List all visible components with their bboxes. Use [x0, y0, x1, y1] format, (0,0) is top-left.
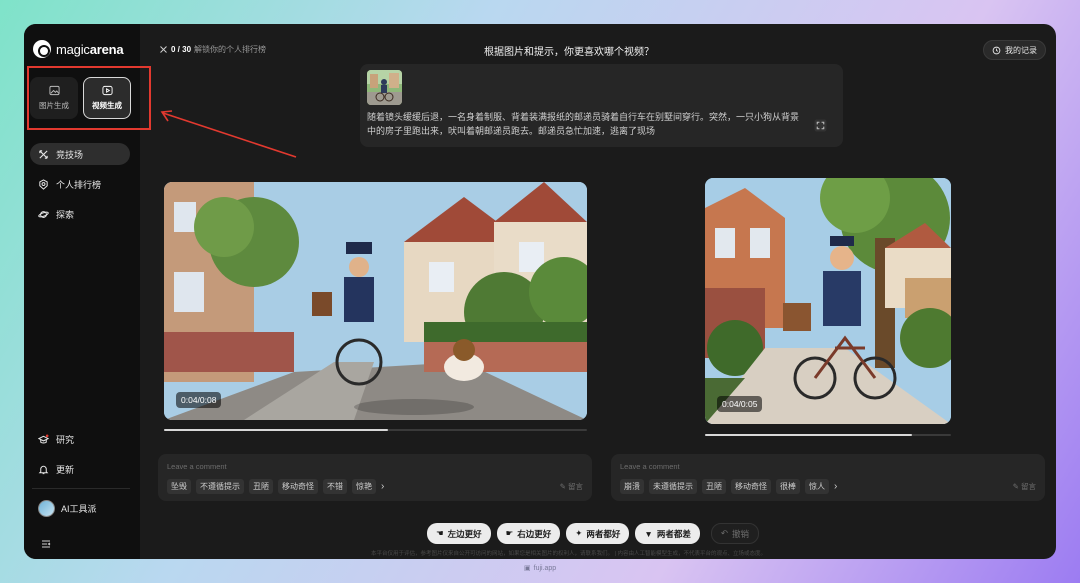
video-left[interactable]: 0:04/0:08	[164, 182, 587, 420]
user-name: AI工具派	[61, 504, 97, 514]
tag-chip[interactable]: 移动奇怪	[278, 479, 318, 494]
tag-list: 崩溃 未遵循提示 丑陋 移动奇怪 很棒 惊人 ›	[620, 479, 837, 494]
watermark: ▣ fuji.app	[524, 564, 557, 573]
comment-placeholder[interactable]: Leave a comment	[620, 462, 680, 471]
both-bad-button[interactable]: ▼ 两者都差	[635, 523, 700, 544]
comment-placeholder[interactable]: Leave a comment	[167, 462, 227, 471]
avatar	[38, 500, 55, 517]
video-left-progress-fill	[164, 429, 389, 431]
sidebar-item-research[interactable]: 研究	[30, 428, 130, 450]
vote-label: 右边更好	[517, 528, 552, 539]
medal-icon	[39, 178, 48, 190]
nav-label: 研究	[56, 434, 75, 445]
video-time: 0:04/0:05	[717, 396, 763, 412]
prompt-text: 随着镜头缓缓后退，一名身着制服、背着装满报纸的邮递员骑着自行车在别墅间穿行。突然…	[367, 112, 800, 136]
left-better-button[interactable]: ☚ 左边更好	[427, 523, 491, 544]
tag-chip[interactable]: 惊人	[805, 479, 829, 494]
undo-icon: ↶	[720, 528, 728, 538]
chevron-right-icon[interactable]: ›	[834, 481, 837, 492]
tag-chip[interactable]: 丑陋	[702, 479, 726, 494]
post-label: 留言	[1021, 482, 1036, 491]
video-right[interactable]: 0:04/0:05	[705, 178, 951, 424]
point-left-icon: ☚	[436, 528, 444, 538]
tag-chip[interactable]: 不错	[323, 479, 347, 494]
post-comment-button[interactable]: ✎ 留言	[560, 481, 583, 492]
sidebar-item-explore[interactable]: 探索	[30, 203, 130, 225]
video-left-progress[interactable]	[164, 429, 587, 431]
disclaimer: 本平台仅用于评估，参考图片仅来自公开可访问的网站，如果您是相关图片的权利人，请联…	[371, 551, 766, 557]
vote-label: 两者都差	[656, 528, 691, 539]
tag-chip[interactable]: 坠毁	[167, 479, 191, 494]
prompt-card: 随着镜头缓缓后退，一名身着制服、背着装满报纸的邮递员骑着自行车在别墅间穿行。突然…	[360, 64, 843, 147]
history-button[interactable]: 我的记录	[983, 40, 1046, 60]
brand-name: magicarena	[56, 41, 124, 57]
arena-icon	[160, 46, 167, 53]
vote-label: 左边更好	[447, 528, 482, 539]
page-title: 根据图片和提示，你更喜欢哪个视频？	[484, 47, 654, 58]
tag-chip[interactable]: 丑陋	[249, 479, 273, 494]
point-right-icon: ☛	[505, 528, 514, 538]
watermark-text: fuji.app	[533, 564, 557, 572]
user-profile[interactable]: AI工具派	[38, 500, 97, 517]
sidebar-item-updates[interactable]: 更新	[30, 458, 130, 480]
vote-label: 撤销	[731, 528, 749, 539]
handshake-icon: ✦	[575, 528, 583, 538]
chevron-right-icon[interactable]: ›	[381, 481, 384, 492]
video-time: 0:04/0:08	[176, 392, 222, 408]
comment-box-left[interactable]: Leave a comment 坠毁 不遵循提示 丑陋 移动奇怪 不错 惊艳 ›…	[158, 454, 592, 501]
unlock-progress: 0 / 30 解锁你的个人排行榜	[159, 44, 266, 55]
nav-label: 个人排行榜	[56, 179, 102, 190]
arena-icon	[39, 149, 48, 159]
annotation-highlight-box	[27, 66, 151, 130]
tag-chip[interactable]: 很棒	[776, 479, 800, 494]
logo[interactable]: magicarena	[33, 40, 124, 58]
tag-chip[interactable]: 移动奇怪	[731, 479, 771, 494]
app-icon: ▣	[524, 565, 531, 572]
tag-chip[interactable]: 惊艳	[352, 479, 376, 494]
planet-icon	[38, 210, 49, 218]
video-right-progress-fill	[705, 434, 912, 436]
progress-count: 0 / 30	[171, 45, 192, 54]
reference-image[interactable]	[367, 70, 402, 105]
bell-icon	[38, 465, 49, 474]
video-right-frame	[705, 178, 951, 424]
sidebar-item-arena[interactable]: 竞技场	[30, 143, 130, 165]
history-label: 我的记录	[1005, 45, 1037, 55]
video-left-frame	[164, 182, 587, 420]
nav-label: 更新	[56, 464, 75, 475]
undo-button[interactable]: ↶ 撤销	[710, 523, 759, 544]
comment-box-right[interactable]: Leave a comment 崩溃 未遵循提示 丑陋 移动奇怪 很棒 惊人 ›…	[611, 454, 1045, 501]
post-comment-button[interactable]: ✎ 留言	[1013, 481, 1036, 492]
tag-list: 坠毁 不遵循提示 丑陋 移动奇怪 不错 惊艳 ›	[167, 479, 384, 494]
app-window: magicarena 图片生成 视频生成 竞技场 个人排行榜 探索 研究 更新 …	[24, 24, 1056, 559]
nav-label: 竞技场	[56, 149, 84, 160]
progress-caption: 解锁你的个人排行榜	[194, 45, 267, 54]
vote-bar: ☚ 左边更好 ☛ 右边更好 ✦ 两者都好 ▼ 两者都差 ↶ 撤销	[427, 523, 759, 544]
collapse-sidebar-icon[interactable]	[40, 538, 52, 550]
sidebar-item-leaderboard[interactable]: 个人排行榜	[30, 173, 130, 195]
logo-icon	[33, 40, 51, 58]
expand-icon[interactable]	[814, 119, 827, 132]
nav-label: 探索	[56, 209, 75, 220]
tag-chip[interactable]: 未遵循提示	[649, 479, 697, 494]
tag-chip[interactable]: 不遵循提示	[196, 479, 244, 494]
right-better-button[interactable]: ☛ 右边更好	[496, 523, 561, 544]
sidebar-divider	[32, 488, 130, 489]
tag-chip[interactable]: 崩溃	[620, 479, 644, 494]
research-icon	[38, 434, 49, 443]
video-right-progress[interactable]	[705, 434, 951, 436]
post-label: 留言	[568, 482, 583, 491]
vote-label: 两者都好	[586, 528, 621, 539]
both-good-button[interactable]: ✦ 两者都好	[566, 523, 630, 544]
history-icon	[992, 46, 1001, 54]
thumbs-down-icon: ▼	[644, 528, 653, 539]
